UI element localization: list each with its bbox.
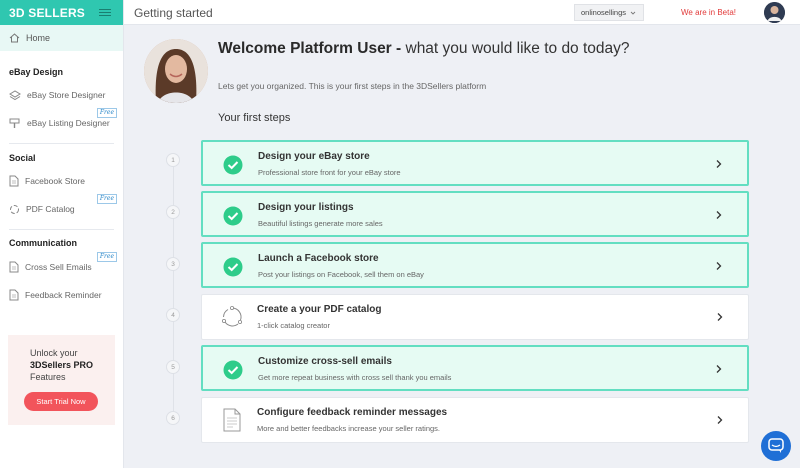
top-bar: Getting started onlinosellings We are in…: [124, 0, 800, 25]
sidebar-item-label: Cross Sell Emails: [25, 262, 92, 272]
sidebar-item-ebay-listing-designer[interactable]: eBay Listing Designer Free: [0, 108, 123, 132]
store-select[interactable]: onlinosellings: [574, 4, 645, 21]
free-badge: Free: [96, 252, 117, 262]
step-title: Configure feedback reminder messages: [257, 407, 448, 418]
sidebar-item-label: Home: [26, 33, 51, 43]
step-card-design-ebay-store[interactable]: Design your eBay store Professional stor…: [201, 140, 749, 186]
chevron-right-icon: [716, 211, 722, 219]
chevron-down-icon: [630, 11, 636, 15]
brand-bar: 3D SELLERS: [0, 0, 123, 25]
chevron-right-icon: [716, 160, 722, 168]
step-card-customize-cross-sell[interactable]: Customize cross-sell emails Get more rep…: [201, 345, 749, 391]
document-icon: [9, 261, 19, 273]
step-description: 1-click catalog creator: [257, 321, 330, 330]
promo-text: Unlock your: [30, 348, 78, 358]
sidebar-item-home[interactable]: Home: [0, 25, 123, 51]
free-badge: Free: [96, 108, 117, 118]
document-icon: [9, 175, 19, 187]
step-number: 1: [166, 153, 180, 167]
chevron-right-icon: [716, 262, 722, 270]
step-number: 4: [166, 308, 180, 322]
timeline-line: [173, 157, 174, 419]
welcome-name: Welcome Platform User -: [218, 40, 402, 57]
sidebar-item-label: eBay Store Designer: [27, 90, 106, 100]
catalog-icon: [10, 204, 19, 214]
step-description: More and better feedbacks increase your …: [257, 424, 441, 433]
store-select-value: onlinosellings: [581, 8, 627, 17]
start-trial-button[interactable]: Start Trial Now: [24, 392, 98, 411]
sidebar-item-label: PDF Catalog: [26, 204, 75, 214]
sidebar-item-label: Facebook Store: [25, 176, 86, 186]
welcome-avatar: [144, 39, 208, 103]
chat-icon: [768, 438, 784, 453]
section-title-communication: Communication: [9, 238, 78, 248]
promo-text: Features: [30, 372, 66, 382]
avatar[interactable]: [764, 2, 785, 23]
cycle-icon: [221, 306, 242, 327]
sidebar-item-feedback-reminder[interactable]: Feedback Reminder: [0, 286, 123, 304]
welcome-heading: Welcome Platform User - what you would l…: [218, 40, 630, 58]
step-number: 3: [166, 257, 180, 271]
step-title: Create a your PDF catalog: [257, 304, 382, 315]
free-badge: Free: [96, 194, 117, 204]
user-icon: [764, 2, 785, 23]
beta-notice: We are in Beta!: [681, 8, 736, 17]
brand-logo[interactable]: 3D SELLERS: [9, 6, 85, 20]
step-title: Design your listings: [258, 202, 354, 213]
user-photo: [144, 39, 208, 103]
document-icon: [9, 289, 19, 301]
document-icon: [223, 408, 241, 432]
sidebar-item-label: eBay Listing Designer: [27, 118, 110, 128]
sidebar-item-facebook-store[interactable]: Facebook Store: [0, 172, 123, 190]
step-card-configure-feedback[interactable]: Configure feedback reminder messages Mor…: [201, 397, 749, 443]
check-circle-icon: [223, 155, 243, 175]
check-circle-icon: [223, 257, 243, 277]
shop-icon: [9, 89, 21, 100]
sidebar-item-ebay-store-designer[interactable]: eBay Store Designer: [0, 86, 123, 104]
sidebar-item-cross-sell-emails[interactable]: Cross Sell Emails Free: [0, 252, 123, 276]
section-title-ebay-design: eBay Design: [9, 67, 64, 77]
steps-heading: Your first steps: [218, 112, 291, 124]
step-title: Design your eBay store: [258, 151, 370, 162]
step-card-create-pdf-catalog[interactable]: Create a your PDF catalog 1-click catalo…: [201, 294, 749, 340]
chat-button[interactable]: [761, 431, 791, 461]
menu-icon[interactable]: [99, 8, 111, 17]
sidebar: 3D SELLERS Home eBay Design eBay Store D…: [0, 0, 124, 468]
welcome-question: what you would like to do today?: [401, 40, 630, 57]
promo-text: 3DSellers PRO: [30, 360, 94, 370]
step-card-design-listings[interactable]: Design your listings Beautiful listings …: [201, 191, 749, 237]
check-circle-icon: [223, 206, 243, 226]
pro-promo: Unlock your 3DSellers PRO Features Start…: [8, 335, 115, 425]
chevron-right-icon: [716, 365, 722, 373]
section-title-social: Social: [9, 153, 36, 163]
step-number: 5: [166, 360, 180, 374]
step-number: 2: [166, 205, 180, 219]
divider: [9, 143, 114, 144]
sidebar-item-pdf-catalog[interactable]: PDF Catalog Free: [0, 194, 123, 218]
step-title: Launch a Facebook store: [258, 253, 379, 264]
step-title: Customize cross-sell emails: [258, 356, 392, 367]
sidebar-item-label: Feedback Reminder: [25, 290, 102, 300]
step-description: Post your listings on Facebook, sell the…: [258, 270, 424, 279]
divider: [9, 229, 114, 230]
chevron-right-icon: [717, 313, 723, 321]
welcome-subtitle: Lets get you organized. This is your fir…: [218, 81, 487, 91]
paint-icon: [9, 118, 20, 128]
step-card-launch-facebook-store[interactable]: Launch a Facebook store Post your listin…: [201, 242, 749, 288]
step-description: Professional store front for your eBay s…: [258, 168, 401, 177]
main-content: Welcome Platform User - what you would l…: [124, 25, 800, 468]
chevron-right-icon: [717, 416, 723, 424]
page-title: Getting started: [134, 6, 213, 20]
step-description: Beautiful listings generate more sales: [258, 219, 383, 228]
check-circle-icon: [223, 360, 243, 380]
step-description: Get more repeat business with cross sell…: [258, 373, 452, 382]
home-icon: [9, 33, 20, 43]
step-number: 6: [166, 411, 180, 425]
